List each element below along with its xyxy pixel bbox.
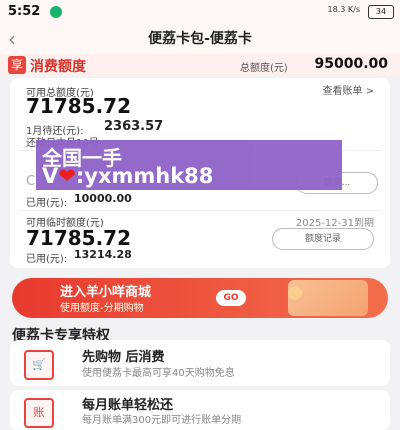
total-limit-label: 总额度(元) [240, 63, 288, 74]
nav-header: 便荔卡包-便荔卡 ‹ [0, 24, 400, 54]
due-value: 2363.57 [104, 119, 164, 134]
bill-icon: 账 [24, 398, 54, 428]
used-label: 已用(元): [26, 198, 68, 209]
banner-subtitle: 使用额度-分期购物 [60, 303, 144, 314]
mall-banner[interactable]: 进入羊小咩商城 使用额度-分期购物 GO [12, 278, 388, 318]
cart-icon: 🛒 [24, 350, 54, 380]
privilege-subtitle: 使用便荔卡最高可享40天购物免息 [82, 368, 235, 379]
network-speed: 18.3 K/s [327, 5, 360, 14]
brand-icon: 享 [8, 56, 26, 74]
gift-illustration [288, 280, 368, 316]
status-time: 5:52 [8, 4, 41, 19]
total-limit-value: 95000.00 [314, 56, 388, 72]
privilege-title: 先购物 后消费 [82, 350, 165, 365]
brand-title: 消费额度 [30, 59, 86, 75]
banner-title: 进入羊小咩商城 [60, 285, 152, 300]
available-value: 71785.72 [26, 94, 132, 118]
heart-icon: ❤ [58, 164, 76, 188]
used-value: 10000.00 [74, 192, 132, 205]
temp-expiry: 2025-12-31到期 [295, 218, 374, 229]
watermark-line2: V❤:yxmmhk88 [42, 164, 214, 188]
limit-record-button[interactable]: 额度记录 [272, 228, 374, 250]
go-button[interactable]: GO [216, 290, 246, 306]
privilege-subtitle: 每月账单满300元即可进行账单分期 [82, 415, 242, 426]
view-bill-link[interactable]: 查看账单 > [322, 82, 374, 97]
chevron-left-icon[interactable]: ‹ [8, 24, 16, 54]
page-title: 便荔卡包-便荔卡 [148, 31, 252, 47]
battery-icon: 34 [368, 5, 394, 19]
temp-used-label: 已用(元): [26, 254, 68, 265]
temp-used-value: 13214.28 [74, 248, 132, 261]
watermark-overlay: 全国一手 V❤:yxmmhk88 [36, 140, 342, 190]
privilege-row[interactable]: 🛒 先购物 后消费 使用便荔卡最高可享40天购物免息 [10, 340, 390, 386]
divider [20, 210, 380, 211]
consumption-band: 享 消费额度 总额度(元) 95000.00 [0, 54, 400, 76]
wechat-icon [50, 6, 62, 18]
fixed-limit-label: C [26, 174, 36, 189]
privilege-row[interactable]: 账 每月账单轻松还 每月账单满300元即可进行账单分期 [10, 390, 390, 430]
temp-limit-value: 71785.72 [26, 226, 132, 250]
status-bar: 5:52 18.3 K/s 34 [0, 0, 400, 24]
